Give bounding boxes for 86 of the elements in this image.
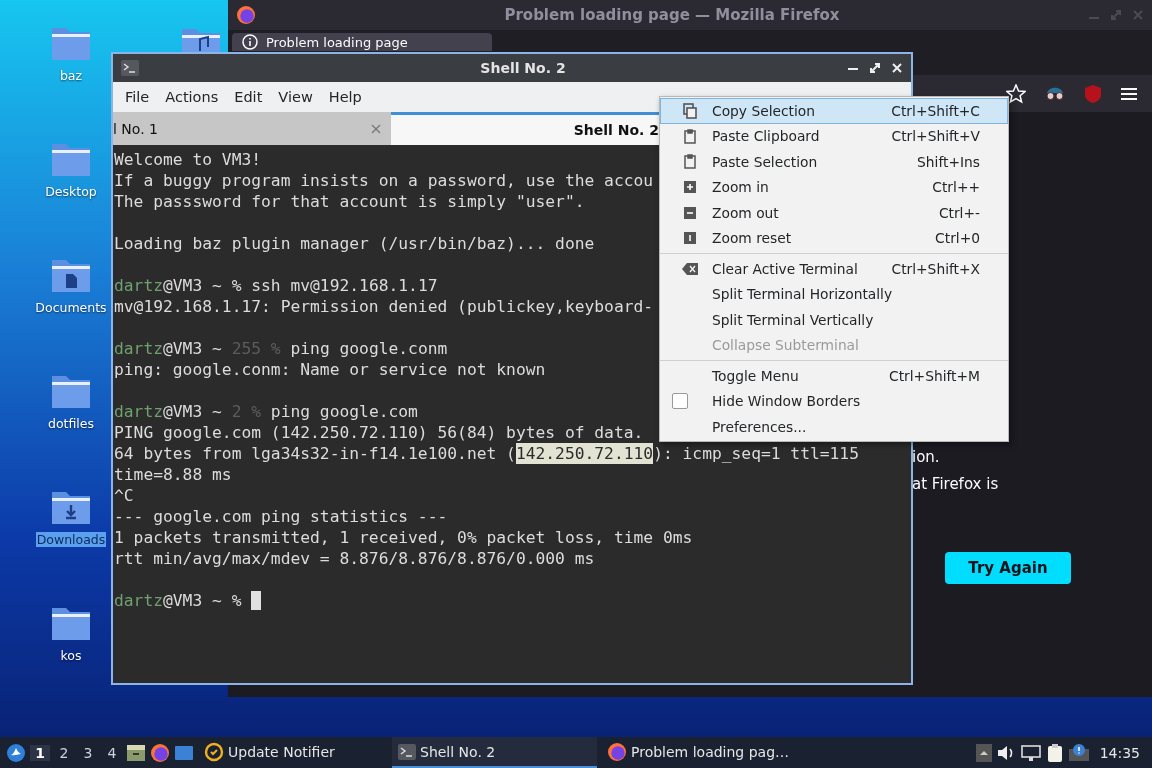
firefox-icon[interactable] <box>236 5 256 25</box>
clipboard-icon <box>684 128 696 144</box>
terminal-line: time=8.88 ms <box>114 464 232 485</box>
context-menu-item[interactable]: Split Terminal Vertically <box>660 307 1008 333</box>
workspace-button[interactable]: 3 <box>78 744 98 761</box>
terminal-icon <box>121 60 139 76</box>
desktop-icon-label[interactable]: Downloads <box>35 532 107 547</box>
prompt-user: dartz <box>114 338 163 359</box>
menu-item[interactable]: Edit <box>226 89 271 105</box>
copy-icon <box>683 102 697 119</box>
clock[interactable]: 14:35 <box>1093 744 1146 761</box>
taskbar-task[interactable]: Problem loading pag… <box>601 737 801 768</box>
notification-icon[interactable] <box>1067 742 1090 763</box>
selected-text: 142.250.72.110 <box>515 443 654 464</box>
start-menu-icon[interactable] <box>6 742 26 763</box>
clipboard-icon[interactable] <box>1045 742 1064 763</box>
terminal-line: 1 packets transmitted, 1 received, 0% packet loss, time 0ms <box>114 527 693 548</box>
terminal-line: ping: google.conm: Name or service not known <box>114 359 546 380</box>
context-menu-item[interactable]: Copy Selection Ctrl+Shift+C <box>660 98 1008 124</box>
checkbox[interactable] <box>672 393 688 410</box>
clipboard-icon <box>684 154 696 170</box>
menu-item[interactable]: Actions <box>157 89 227 105</box>
browser-tab[interactable]: Problem loading page <box>232 33 492 51</box>
desktop-icon-label[interactable]: kos <box>59 648 83 663</box>
terminal-line: ^C <box>114 485 134 506</box>
star-icon[interactable] <box>1006 83 1026 104</box>
menu-item[interactable]: File <box>117 89 158 105</box>
menu-item[interactable]: View <box>270 89 321 105</box>
terminal-line: ): icmp_seq=1 ttl=115 <box>653 443 859 464</box>
info-icon <box>242 34 258 50</box>
firefox-icon[interactable] <box>607 741 627 762</box>
try-again-button[interactable]: Try Again <box>945 552 1071 584</box>
terminal-line: Welcome to VM3! <box>114 149 262 170</box>
prompt-user: dartz <box>114 590 163 611</box>
prompt-user: dartz <box>114 275 163 296</box>
terminal-command: ping google.conm <box>290 338 448 359</box>
workspace-button[interactable]: 4 <box>102 744 122 761</box>
prompt-host: @VM3 ~ <box>163 590 223 611</box>
file-manager-icon[interactable] <box>126 743 146 762</box>
context-menu-item[interactable]: Hide Window Borders <box>660 388 1008 414</box>
prompt-host: @VM3 ~ <box>163 275 223 296</box>
taskbar-task[interactable]: Shell No. 2 <box>392 737 597 768</box>
terminal-line: If a buggy program insists on a password, use the accou <box>114 170 654 191</box>
prompt-sign: % <box>231 590 243 611</box>
context-menu-item[interactable]: Paste Selection Shift+Ins <box>660 149 1008 175</box>
terminal-line: 64 bytes from lga34s32-in-f14.1e100.net ( <box>114 443 516 464</box>
terminal-line: Loading baz plugin manager (/usr/bin/baz)... done <box>114 233 595 254</box>
zoom-in-icon <box>684 181 696 194</box>
context-menu-item[interactable]: Preferences... <box>660 414 1008 440</box>
workspace-button[interactable]: 2 <box>54 744 74 761</box>
page-text: at Firefox is <box>912 475 1000 493</box>
taskbar-task[interactable]: Update Notifier <box>198 737 388 768</box>
context-menu-item[interactable]: Zoom out Ctrl+- <box>660 200 1008 226</box>
terminal-line: PING google.com (142.250.72.110) 56(84) bytes of data. <box>114 422 644 443</box>
desktop-icon-label[interactable]: dotfiles <box>46 416 95 431</box>
terminal-command: ping google.com <box>270 401 418 422</box>
prompt-host: @VM3 ~ <box>163 401 223 422</box>
page-text: ion. <box>912 448 941 466</box>
network-icon[interactable] <box>1019 743 1042 762</box>
terminal-line: rtt min/avg/max/mdev = 8.876/8.876/8.876/0.000 ms <box>114 548 595 569</box>
update-icon <box>204 741 224 762</box>
menu-item[interactable]: Help <box>320 89 370 105</box>
firefox-icon[interactable] <box>150 742 170 763</box>
window-title: Problem loading page — Mozilla Firefox <box>503 6 841 24</box>
zoom-out-icon <box>684 206 696 219</box>
terminal-tab[interactable]: l No. 1 <box>113 112 391 145</box>
context-menu-item[interactable]: Zoom in Ctrl++ <box>660 174 1008 200</box>
prompt-user: dartz <box>114 401 163 422</box>
context-menu-item[interactable]: Clear Active Terminal Ctrl+Shift+X <box>660 256 1008 282</box>
window-title: Shell No. 2 <box>479 60 567 76</box>
terminal-line: mv@192.168.1.17: Permission denied (publickey,keyboard- <box>114 296 654 317</box>
window-icon[interactable] <box>174 744 194 761</box>
desktop-icon-label[interactable]: Documents <box>34 300 108 315</box>
terminal-icon <box>398 743 416 760</box>
terminal-line: --- google.com ping statistics --- <box>114 506 448 527</box>
prompt-sign: % <box>231 275 243 296</box>
workspace-button[interactable]: 1 <box>30 744 50 761</box>
context-menu-item[interactable]: Zoom reset Ctrl+0 <box>660 225 1008 251</box>
terminal-line: The passsword for that account is simply "user". <box>114 191 585 212</box>
terminal-command: ssh mv@192.168.1.17 <box>251 275 438 296</box>
zoom-reset-icon <box>684 232 696 245</box>
backspace-icon <box>682 262 698 275</box>
prompt-host: @VM3 ~ <box>163 338 223 359</box>
context-menu-item[interactable]: Split Terminal Horizontally <box>660 281 1008 307</box>
menu-icon[interactable] <box>1120 85 1138 102</box>
context-menu-item[interactable]: Toggle Menu Ctrl+Shift+M <box>660 363 1008 389</box>
